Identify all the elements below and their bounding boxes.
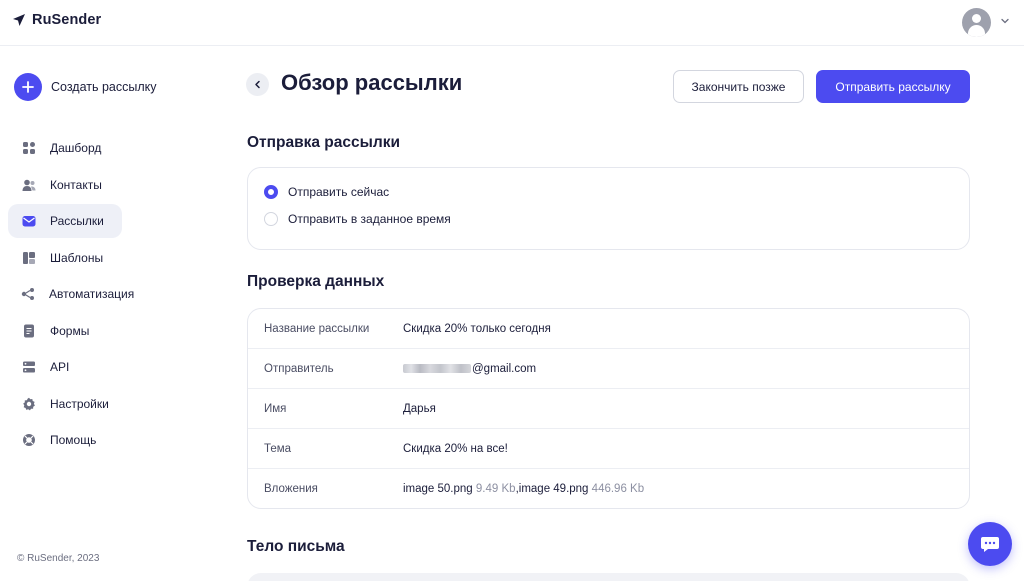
sidebar-item-label: Формы: [50, 323, 90, 338]
sidebar-item-help[interactable]: Помощь: [8, 423, 122, 457]
back-button[interactable]: [246, 73, 269, 96]
contacts-icon: [21, 177, 36, 192]
sidebar-item-api[interactable]: API: [8, 350, 122, 384]
radio-checked[interactable]: [264, 185, 278, 199]
send-scheduled-option[interactable]: Отправить в заданное время: [264, 212, 451, 226]
row-key: Вложения: [264, 483, 318, 495]
sidebar-item-label: Помощь: [50, 433, 97, 447]
review-row-sender: Отправитель @gmail.com: [248, 349, 969, 389]
row-value: Дарья: [403, 402, 436, 415]
send-now-label: Отправить сейчас: [288, 185, 390, 199]
gear-icon: [21, 396, 36, 411]
sender-email-domain: @gmail.com: [472, 362, 537, 375]
sidebar: Создать рассылку Дашборд Контакты Рассыл…: [0, 47, 230, 581]
row-value: Скидка 20% только сегодня: [403, 322, 551, 335]
radio-unchecked[interactable]: [264, 212, 278, 226]
send-campaign-button[interactable]: Отправить рассылку: [816, 70, 970, 103]
create-campaign-button[interactable]: Создать рассылку: [14, 73, 157, 101]
email-body-preview: [247, 573, 970, 581]
create-campaign-label: Создать рассылку: [51, 80, 157, 94]
avatar-head: [972, 14, 981, 23]
top-bar: RuSender: [0, 0, 1024, 46]
review-row-from-name: Имя Дарья: [248, 389, 969, 429]
body-section-title: Тело письма: [247, 538, 345, 555]
sidebar-item-dashboard[interactable]: Дашборд: [8, 131, 122, 165]
sidebar-item-settings[interactable]: Настройки: [8, 387, 122, 421]
avatar-body: [968, 25, 985, 37]
attachment-file-name[interactable]: image 49.png: [519, 483, 589, 495]
sidebar-nav: Дашборд Контакты Рассылки Шаблоны Автома…: [8, 131, 208, 460]
logo-text: RuSender: [32, 12, 102, 28]
sidebar-item-label: Дашборд: [50, 141, 102, 155]
attachments-list: image 50.png 9.49 Kb,image 49.png 446.96…: [403, 483, 644, 495]
row-key: Отправитель: [264, 362, 334, 375]
paper-plane-icon: [13, 14, 25, 26]
sidebar-item-automation[interactable]: Автоматизация: [8, 277, 134, 311]
row-key: Название рассылки: [264, 322, 370, 335]
review-row-subject: Тема Скидка 20% на все!: [248, 429, 969, 469]
mail-icon: [21, 214, 36, 229]
sending-section-title: Отправка рассылки: [247, 134, 401, 151]
sidebar-item-label: API: [50, 360, 70, 374]
send-now-option[interactable]: Отправить сейчас: [264, 185, 389, 199]
sidebar-item-contacts[interactable]: Контакты: [8, 168, 122, 202]
page-title: Обзор рассылки: [281, 70, 463, 95]
logo[interactable]: RuSender: [12, 12, 101, 28]
sidebar-item-label: Рассылки: [50, 214, 104, 228]
review-section-title: Проверка данных: [247, 273, 385, 290]
templates-icon: [21, 250, 36, 265]
plus-icon: [14, 73, 42, 101]
row-key: Имя: [264, 402, 287, 415]
avatar[interactable]: [962, 8, 991, 37]
help-icon: [21, 433, 36, 448]
sidebar-item-campaigns[interactable]: Рассылки: [8, 204, 122, 238]
attachment-file-name[interactable]: image 50.png: [403, 483, 473, 495]
sidebar-item-forms[interactable]: Формы: [8, 314, 122, 348]
sidebar-item-label: Настройки: [50, 396, 109, 411]
finish-later-button[interactable]: Закончить позже: [673, 70, 804, 103]
attachment-file-size: 446.96 Kb: [591, 483, 645, 495]
chat-icon: [981, 537, 999, 552]
row-value-sender: @gmail.com: [403, 363, 536, 375]
attachment-file-size: 9.49 Kb: [475, 483, 516, 495]
review-row-attachments: Вложения image 50.png 9.49 Kb,image 49.p…: [248, 469, 969, 508]
automation-icon: [21, 287, 35, 302]
row-value: Скидка 20% на все!: [403, 442, 508, 455]
sidebar-item-label: Автоматизация: [49, 287, 135, 301]
review-data-card: Название рассылки Скидка 20% только сего…: [247, 308, 970, 509]
chevron-left-icon: [255, 80, 260, 89]
copyright: © RuSender, 2023: [17, 553, 100, 564]
chat-support-button[interactable]: [968, 522, 1012, 566]
dashboard-icon: [21, 141, 36, 156]
sidebar-item-templates[interactable]: Шаблоны: [8, 241, 122, 275]
send-scheduled-label: Отправить в заданное время: [288, 212, 451, 226]
api-icon: [21, 360, 36, 375]
row-key: Тема: [264, 442, 292, 455]
sidebar-item-label: Шаблоны: [50, 250, 104, 265]
sidebar-item-label: Контакты: [50, 177, 102, 192]
sending-options-card: Отправить сейчас Отправить в заданное вр…: [247, 167, 970, 250]
redacted-email-mask: [403, 363, 471, 373]
review-row-name: Название рассылки Скидка 20% только сего…: [248, 309, 969, 349]
chevron-down-icon[interactable]: [1000, 16, 1010, 26]
forms-icon: [21, 323, 36, 338]
